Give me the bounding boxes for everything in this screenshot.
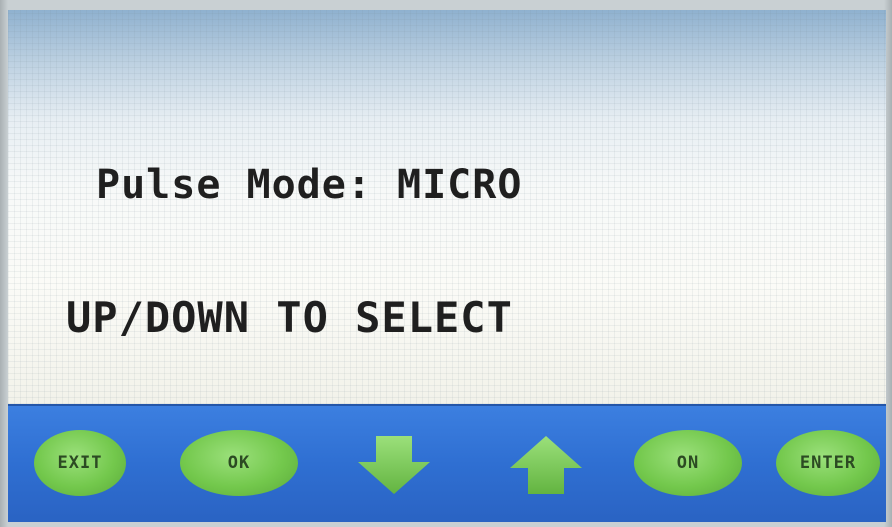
lcd-screen: Pulse Mode: MICRO UP/DOWN TO SELECT (8, 10, 886, 404)
button-bar: EXIT OK ON ENTER (8, 404, 886, 522)
arrow-down-icon[interactable] (354, 434, 434, 496)
ok-button[interactable]: OK (180, 430, 298, 496)
exit-button[interactable]: EXIT (34, 430, 126, 496)
device-frame: Pulse Mode: MICRO UP/DOWN TO SELECT EXIT… (0, 0, 892, 527)
pulse-mode-text: Pulse Mode: MICRO (96, 162, 523, 208)
instruction-text: UP/DOWN TO SELECT (66, 293, 513, 342)
on-button[interactable]: ON (634, 430, 742, 496)
enter-button[interactable]: ENTER (776, 430, 880, 496)
arrow-up-icon[interactable] (506, 434, 586, 496)
